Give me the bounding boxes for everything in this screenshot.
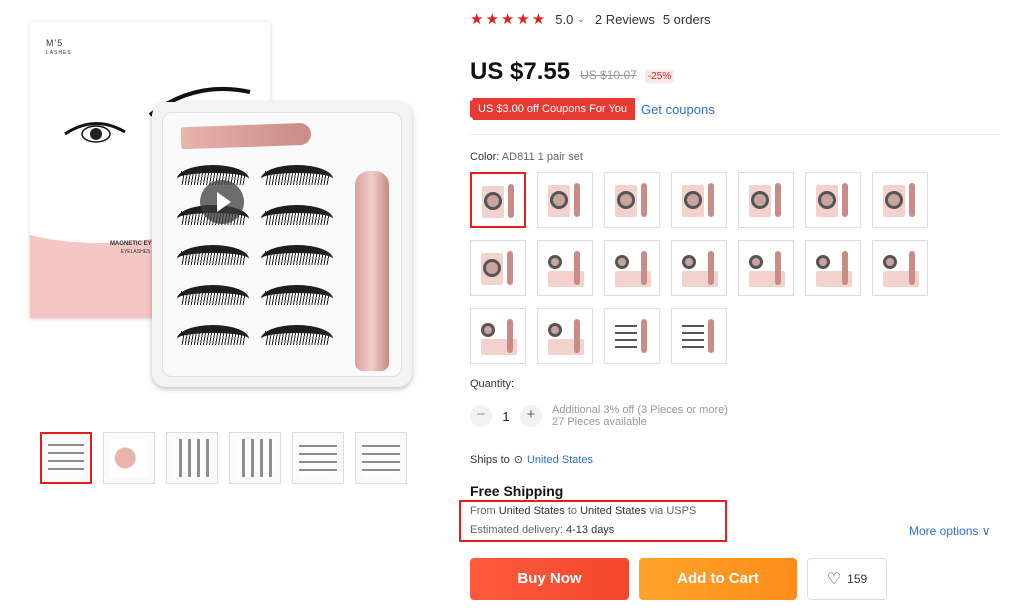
wishlist-count: 159	[847, 572, 868, 586]
more-options-link[interactable]: More options ∨	[909, 524, 991, 538]
color-swatch[interactable]	[738, 240, 794, 296]
color-swatch[interactable]	[671, 308, 727, 364]
quantity-label: Quantity:	[470, 378, 515, 390]
buy-now-button[interactable]: Buy Now	[470, 558, 629, 600]
color-swatch[interactable]	[872, 172, 928, 228]
get-coupons-link[interactable]: Get coupons	[641, 102, 715, 117]
color-swatch[interactable]	[671, 240, 727, 296]
play-video-icon[interactable]	[200, 180, 244, 224]
quantity-note: Additional 3% off (3 Pieces or more) 27 …	[552, 404, 728, 428]
thumbnail-6[interactable]	[355, 432, 407, 484]
current-price: US $7.55	[470, 58, 571, 85]
color-swatch[interactable]	[604, 308, 660, 364]
tweezer-image	[180, 122, 312, 150]
thumbnail-1[interactable]	[40, 432, 92, 484]
coupon-row: US $3.00 off Coupons For You Get coupons	[466, 95, 715, 123]
estimated-delivery: Estimated delivery: 4-13 days	[470, 524, 615, 536]
color-swatch[interactable]	[738, 172, 794, 228]
location-pin-icon: ⊙	[513, 454, 523, 466]
main-product-image[interactable]: M'5 LASHES MAGNETIC EYELASHES AND E EYEL…	[28, 20, 418, 405]
color-swatch[interactable]	[537, 308, 593, 364]
original-price: US $10.07	[580, 68, 637, 82]
eyeliner-pen-image	[355, 171, 389, 371]
color-swatch[interactable]	[604, 172, 660, 228]
add-to-cart-button[interactable]: Add to Cart	[639, 558, 797, 600]
quantity-input[interactable]: 1	[492, 409, 520, 424]
brand-logo: M'5 LASHES	[46, 38, 72, 56]
plus-button[interactable]: +	[520, 405, 542, 427]
color-swatch[interactable]	[604, 240, 660, 296]
discount-badge: -25%	[644, 70, 675, 83]
thumbnail-3[interactable]	[166, 432, 218, 484]
color-swatch[interactable]	[671, 172, 727, 228]
color-swatch[interactable]	[805, 240, 861, 296]
coupon-tag[interactable]: US $3.00 off Coupons For You	[466, 95, 636, 123]
eye-illustration	[64, 122, 126, 143]
rating-score[interactable]: 5.0	[555, 12, 573, 27]
shipping-route: From United States to United States via …	[470, 505, 697, 517]
color-swatches	[470, 172, 950, 364]
color-swatch[interactable]	[470, 172, 526, 228]
thumbnail-4[interactable]	[229, 432, 281, 484]
rating-row: ★★★★★ 5.0 ⌄ 2 Reviews 5 orders	[470, 10, 711, 28]
color-label: Color: AD811 1 pair set	[470, 151, 583, 163]
color-swatch[interactable]	[805, 172, 861, 228]
color-swatch[interactable]	[537, 172, 593, 228]
ships-to-country-link[interactable]: United States	[527, 454, 593, 466]
thumbnail-strip	[40, 432, 407, 484]
divider	[470, 134, 1000, 135]
color-swatch[interactable]	[872, 240, 928, 296]
star-rating-icon: ★★★★★	[470, 11, 548, 28]
free-shipping-title: Free Shipping	[470, 483, 564, 499]
thumbnail-2[interactable]	[103, 432, 155, 484]
lash-tray	[152, 102, 412, 387]
thumbnail-5[interactable]	[292, 432, 344, 484]
wishlist-button[interactable]: ♡ 159	[807, 558, 887, 600]
color-swatch[interactable]	[470, 308, 526, 364]
orders-count: 5 orders	[662, 11, 711, 27]
minus-button[interactable]: −	[470, 405, 492, 427]
price-row: US $7.55 US $10.07 -25%	[470, 58, 675, 86]
heart-icon: ♡	[826, 571, 842, 588]
color-swatch[interactable]	[537, 240, 593, 296]
quantity-stepper: − 1 + Additional 3% off (3 Pieces or mor…	[470, 404, 728, 428]
color-value: AD811 1 pair set	[501, 151, 583, 163]
chevron-down-icon[interactable]: ⌄	[577, 14, 585, 25]
ships-to-row: Ships to ⊙ United States	[470, 453, 594, 467]
color-swatch[interactable]	[470, 240, 526, 296]
reviews-link[interactable]: 2 Reviews	[595, 12, 655, 27]
